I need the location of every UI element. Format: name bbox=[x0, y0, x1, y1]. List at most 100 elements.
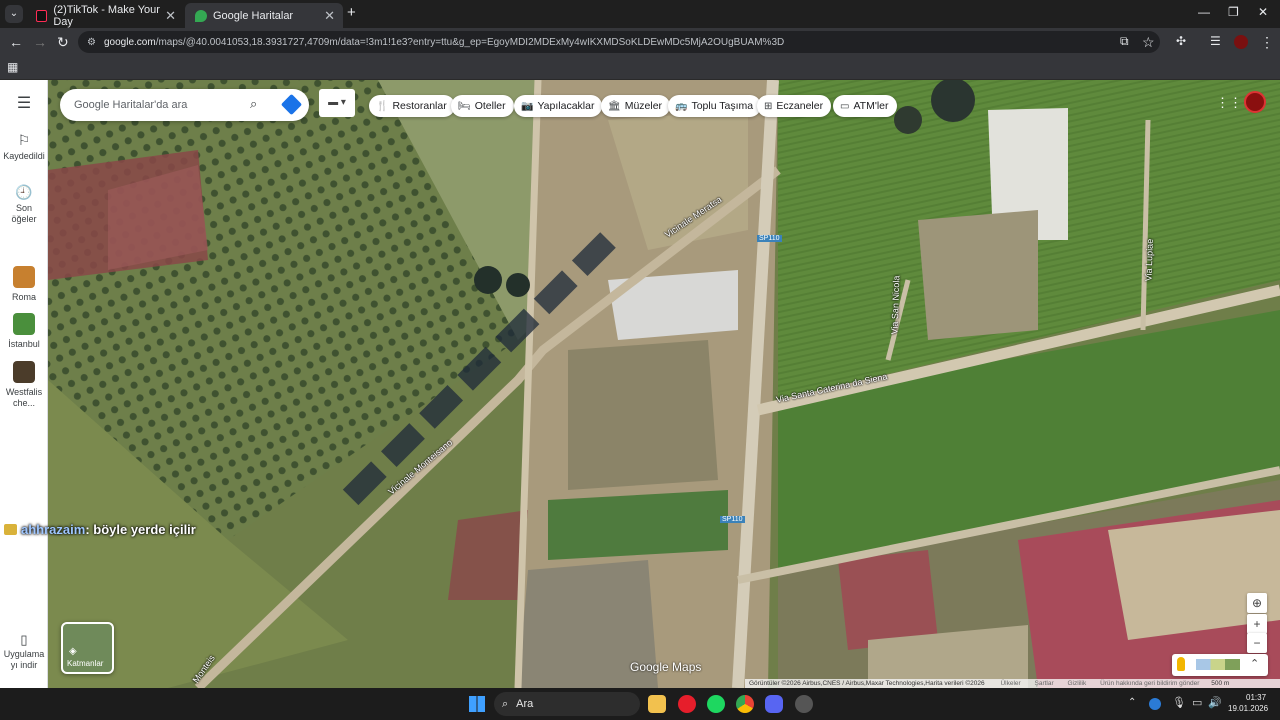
imagery-thumbnail[interactable] bbox=[1196, 659, 1240, 670]
footer-link[interactable]: Ürün hakkında geri bildirim gönder bbox=[1100, 680, 1199, 687]
chip-hotels[interactable]: 🛏 Oteller bbox=[451, 95, 514, 117]
apps-grid-icon[interactable]: ▦ bbox=[7, 60, 18, 74]
opera-icon[interactable] bbox=[678, 695, 696, 713]
istanbul-thumbnail bbox=[13, 313, 35, 335]
google-apps-icon[interactable]: ⋮⋮ bbox=[1216, 95, 1242, 111]
roma-thumbnail bbox=[13, 266, 35, 288]
footer-link[interactable]: Ülkeler bbox=[1000, 680, 1020, 687]
clock-date[interactable]: 19.01.2026 bbox=[1228, 704, 1268, 713]
taskbar-search-label: Ara bbox=[516, 698, 534, 710]
hotel-icon: 🛏 bbox=[458, 100, 471, 112]
road-label: Via San Nicola bbox=[889, 275, 902, 335]
chip-museums[interactable]: 🏛 Müzeler bbox=[601, 95, 671, 117]
recent-place-istanbul[interactable]: İstanbul bbox=[0, 313, 48, 350]
network-icon[interactable]: ▭ bbox=[1192, 696, 1202, 709]
my-location-button[interactable]: ⊕ bbox=[1247, 593, 1267, 613]
chrome-icon[interactable] bbox=[736, 695, 754, 713]
discord-icon[interactable] bbox=[765, 695, 783, 713]
satellite-imagery bbox=[48, 80, 1280, 688]
westfalische-thumbnail bbox=[13, 361, 35, 383]
volume-icon[interactable]: 🔊 bbox=[1208, 696, 1222, 709]
file-explorer-icon[interactable] bbox=[648, 695, 666, 713]
tab-google-maps[interactable]: Google Haritalar ✕ bbox=[185, 3, 343, 28]
close-tab-icon[interactable]: ✕ bbox=[165, 8, 176, 24]
microphone-icon[interactable]: 🎙 bbox=[1172, 696, 1186, 709]
browser-tab-bar: ⌄ (2)TikTok - Make Your Day ✕ Google Har… bbox=[0, 0, 1280, 28]
bookmark-icon: ⚐ bbox=[17, 132, 31, 148]
account-avatar[interactable] bbox=[1244, 91, 1266, 113]
get-app-button[interactable]: ▯ Uygulama yı indir bbox=[0, 633, 48, 671]
search-icon[interactable]: ⌕ bbox=[250, 96, 257, 112]
minimize-button[interactable]: — bbox=[1198, 5, 1210, 19]
tray-app-icon[interactable] bbox=[1149, 698, 1161, 710]
bookmark-star-icon[interactable]: ☆ bbox=[1142, 34, 1155, 51]
atm-icon: ▭ bbox=[840, 100, 850, 112]
place-label-1: Westfalis bbox=[5, 387, 43, 397]
app-label-2: yı indir bbox=[10, 660, 38, 670]
recent-place-westfalische[interactable]: Westfalis che... bbox=[0, 361, 48, 409]
road-label: Via Lupiae bbox=[1143, 238, 1155, 282]
clock-time[interactable]: 01:37 bbox=[1246, 693, 1266, 702]
chip-label: Toplu Taşıma bbox=[691, 100, 754, 112]
forward-icon[interactable]: → bbox=[33, 34, 47, 50]
close-window-button[interactable]: ✕ bbox=[1258, 5, 1268, 19]
pegman-icon[interactable] bbox=[1177, 657, 1185, 671]
reading-list-icon[interactable]: ☰ bbox=[1210, 34, 1221, 48]
chat-username: ahhrazaim bbox=[21, 522, 86, 537]
zoom-in-button[interactable]: + bbox=[1247, 614, 1267, 634]
spotify-icon[interactable] bbox=[707, 695, 725, 713]
tiktok-icon bbox=[36, 9, 48, 22]
install-app-icon[interactable]: ⧉ bbox=[1120, 34, 1129, 49]
place-label-2: che... bbox=[12, 398, 35, 408]
chip-atms[interactable]: ▭ ATM'ler bbox=[833, 95, 897, 117]
back-icon[interactable]: ← bbox=[9, 34, 23, 50]
keyboard-toggle[interactable]: ▬ ▾ bbox=[319, 89, 355, 117]
tray-chevron-icon[interactable]: ⌃ bbox=[1128, 697, 1136, 708]
footer-link[interactable]: Gizlilik bbox=[1067, 680, 1086, 687]
url-field[interactable]: ⚙ google.com/maps/@40.0041053,18.3931727… bbox=[78, 31, 1160, 53]
attribution-text: Görüntüler ©2026 Airbus,CNES / Airbus,Ma… bbox=[749, 680, 985, 687]
search-icon: ⌕ bbox=[502, 698, 509, 710]
recent-label-1: Son bbox=[15, 203, 32, 213]
menu-button[interactable]: ☰ bbox=[0, 96, 48, 112]
place-label: Roma bbox=[11, 292, 36, 302]
start-icon[interactable] bbox=[469, 696, 485, 712]
extensions-icon[interactable]: ✣ bbox=[1176, 34, 1186, 48]
pharmacy-icon: ⊞ bbox=[764, 100, 773, 112]
chip-things-to-do[interactable]: 📷 Yapılacaklar bbox=[514, 95, 603, 117]
attribution-bar: Görüntüler ©2026 Airbus,CNES / Airbus,Ma… bbox=[745, 679, 1280, 688]
maps-search-box[interactable]: Google Haritalar'da ara ⌕ bbox=[60, 89, 309, 121]
bottom-right-control[interactable]: ⌃ bbox=[1172, 654, 1268, 676]
layers-button[interactable]: ◈ Katmanlar bbox=[61, 622, 114, 674]
reload-icon[interactable]: ↻ bbox=[57, 34, 69, 51]
footer-link[interactable]: Şartlar bbox=[1035, 680, 1054, 687]
saved-button[interactable]: ⚐ Kaydedildi bbox=[0, 132, 48, 162]
restaurant-icon: 🍴 bbox=[376, 100, 389, 112]
chip-label: Oteller bbox=[474, 100, 506, 112]
expand-icon[interactable]: ⌃ bbox=[1250, 657, 1259, 670]
search-input[interactable]: Google Haritalar'da ara bbox=[74, 99, 187, 111]
chip-restaurants[interactable]: 🍴 Restoranlar bbox=[369, 95, 455, 117]
profile-avatar[interactable] bbox=[1234, 35, 1248, 49]
tab-title: Google Haritalar bbox=[213, 9, 294, 22]
url-path: /maps/@40.0041053,18.3931727,4709m/data=… bbox=[155, 36, 785, 48]
site-info-icon[interactable]: ⚙ bbox=[87, 37, 96, 48]
satellite-map[interactable] bbox=[48, 80, 1280, 688]
recent-button[interactable]: 🕘 Son öğeler bbox=[0, 185, 48, 225]
bookmarks-bar: ▦ bbox=[0, 56, 1280, 80]
zoom-out-button[interactable]: − bbox=[1247, 633, 1267, 653]
saved-label: Kaydedildi bbox=[3, 151, 45, 161]
tab-tiktok[interactable]: (2)TikTok - Make Your Day ✕ bbox=[26, 3, 184, 28]
taskbar-search[interactable]: ⌕ Ara bbox=[494, 692, 640, 716]
app-icon[interactable] bbox=[795, 695, 813, 713]
close-tab-icon[interactable]: ✕ bbox=[324, 8, 335, 24]
chip-label: Restoranlar bbox=[392, 100, 447, 112]
tab-search-button[interactable]: ⌄ bbox=[5, 5, 23, 23]
chip-pharmacies[interactable]: ⊞ Eczaneler bbox=[757, 95, 832, 117]
menu-dots-icon[interactable]: ⋮ bbox=[1260, 34, 1274, 51]
chip-transit[interactable]: 🚌 Toplu Taşıma bbox=[668, 95, 762, 117]
directions-icon[interactable] bbox=[280, 93, 303, 116]
new-tab-button[interactable]: + bbox=[347, 4, 356, 21]
recent-place-roma[interactable]: Roma bbox=[0, 266, 48, 303]
restore-button[interactable]: ❐ bbox=[1228, 5, 1239, 19]
